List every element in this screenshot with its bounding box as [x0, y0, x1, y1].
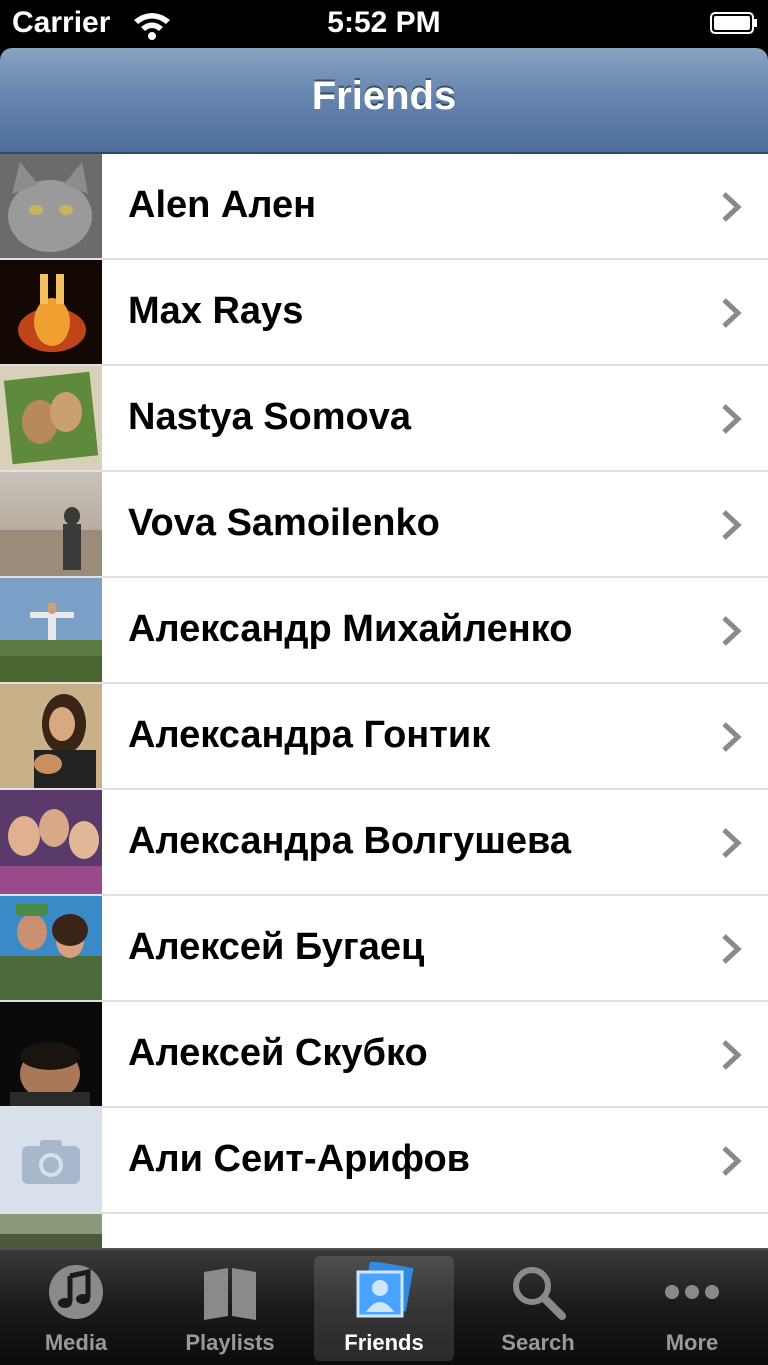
- chevron-right-icon: [722, 1040, 742, 1070]
- friend-name: Али Сеит-Арифов: [128, 1138, 471, 1180]
- chevron-right-icon: [722, 1146, 742, 1176]
- friend-row[interactable]: [0, 1214, 768, 1248]
- friend-row[interactable]: Александра Гонтик: [0, 684, 768, 790]
- chevron-right-icon: [722, 192, 742, 222]
- search-icon: [513, 1267, 566, 1320]
- avatar: [0, 472, 102, 576]
- chevron-right-icon: [722, 722, 742, 752]
- status-time: 5:52 PM: [327, 6, 441, 39]
- chevron-right-icon: [722, 298, 742, 328]
- friend-row[interactable]: Алексей Бугаец: [0, 896, 768, 1002]
- avatar: [0, 154, 102, 258]
- page-title: Friends: [311, 74, 457, 118]
- chevron-right-icon: [722, 828, 742, 858]
- friend-name: Александр Михайленко: [128, 608, 573, 650]
- avatar: [0, 1108, 102, 1212]
- friend-name: Александра Гонтик: [128, 714, 491, 756]
- tab-playlists[interactable]: Playlists: [160, 1256, 300, 1361]
- friend-name: Alen Ален: [128, 184, 317, 226]
- more-dots-icon: [665, 1285, 719, 1299]
- friends-list[interactable]: Alen Ален Max Rays Nastya Somova Vova Sa…: [0, 154, 768, 1248]
- battery-icon: [710, 12, 757, 34]
- friend-name: Nastya Somova: [128, 396, 412, 438]
- avatar: [0, 578, 102, 682]
- friend-name: Max Rays: [128, 290, 304, 332]
- book-icon: [204, 1268, 256, 1320]
- friend-row[interactable]: Александра Волгушева: [0, 790, 768, 896]
- navigation-bar: Friends: [0, 48, 768, 154]
- chevron-right-icon: [722, 510, 742, 540]
- friend-row[interactable]: Александр Михайленко: [0, 578, 768, 684]
- tab-more[interactable]: More: [622, 1256, 762, 1361]
- status-bar: Carrier 5:52 PM: [0, 0, 768, 48]
- chevron-right-icon: [722, 404, 742, 434]
- tab-media[interactable]: Media: [6, 1256, 146, 1361]
- tab-label: Media: [44, 1330, 108, 1355]
- friend-row[interactable]: Alen Ален: [0, 154, 768, 260]
- friend-row[interactable]: Max Rays: [0, 260, 768, 366]
- tab-label: More: [665, 1330, 719, 1355]
- tab-friends[interactable]: Friends: [314, 1256, 454, 1361]
- avatar: [0, 896, 102, 1000]
- avatar: [0, 1214, 102, 1248]
- music-note-icon: [49, 1265, 103, 1319]
- tab-label: Playlists: [185, 1330, 275, 1355]
- friend-name: Алексей Бугаец: [128, 926, 425, 968]
- tab-bar: Media Playlists Friends Search More: [0, 1248, 768, 1365]
- friends-photo-icon: [356, 1262, 414, 1318]
- chevron-right-icon: [722, 616, 742, 646]
- friend-row[interactable]: Nastya Somova: [0, 366, 768, 472]
- camera-placeholder-icon: [0, 1108, 102, 1212]
- avatar: [0, 790, 102, 894]
- friend-name: Vova Samoilenko: [128, 502, 440, 544]
- friend-row[interactable]: Vova Samoilenko: [0, 472, 768, 578]
- avatar: [0, 366, 102, 470]
- avatar: [0, 684, 102, 788]
- friend-name: Александра Волгушева: [128, 820, 572, 862]
- friend-row[interactable]: Али Сеит-Арифов: [0, 1108, 768, 1214]
- friend-name: Алексей Скубко: [128, 1032, 428, 1074]
- avatar: [0, 1002, 102, 1106]
- tab-search[interactable]: Search: [468, 1256, 608, 1361]
- tab-label: Friends: [344, 1330, 424, 1355]
- chevron-right-icon: [722, 934, 742, 964]
- friend-row[interactable]: Алексей Скубко: [0, 1002, 768, 1108]
- tab-label: Search: [501, 1330, 575, 1355]
- avatar: [0, 260, 102, 364]
